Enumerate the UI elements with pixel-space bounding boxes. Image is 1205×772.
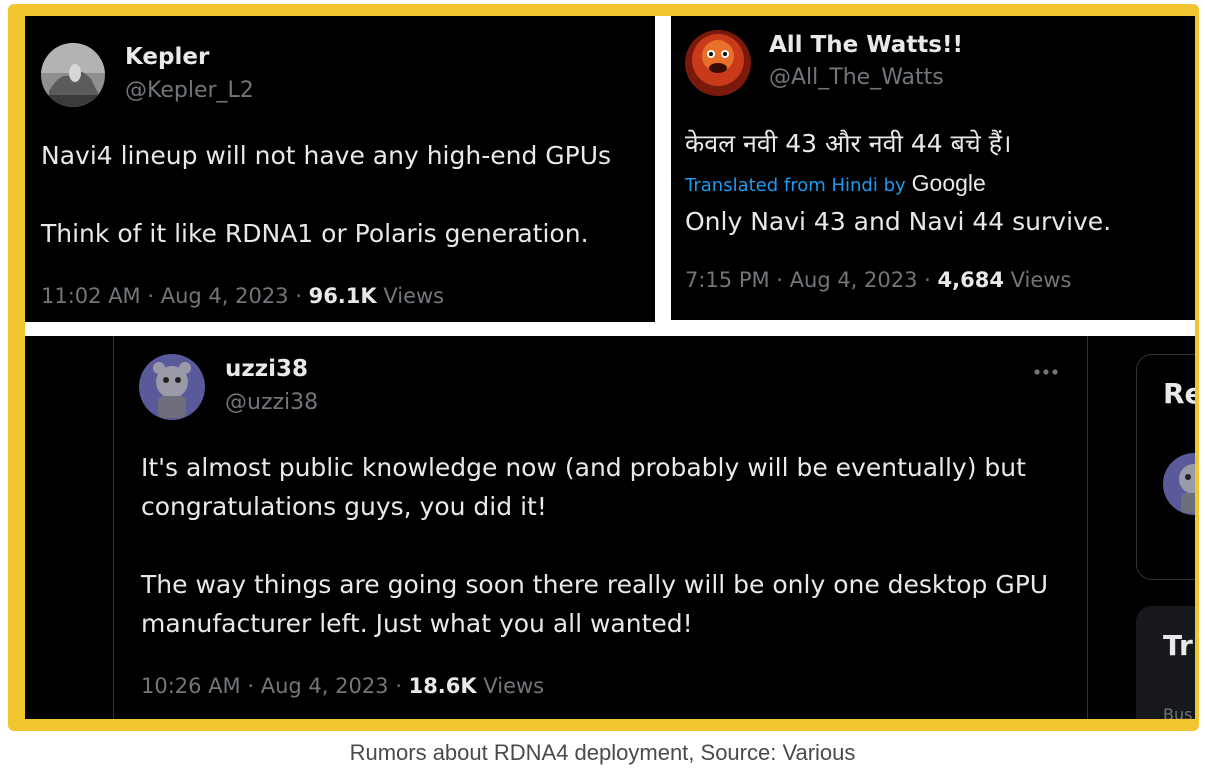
sidebar-trends-card: Tr Bus — [1136, 606, 1195, 719]
collage: Kepler @Kepler_L2 Navi4 lineup will not … — [25, 16, 1195, 719]
sidebar-card-title: Tr — [1163, 629, 1193, 662]
translated-label[interactable]: Translated from Hindi by — [685, 175, 906, 196]
tweet-text-translated: Only Navi 43 and Navi 44 survive. — [685, 207, 1112, 236]
views-count: 96.1K — [308, 284, 377, 308]
display-name[interactable]: Kepler — [125, 44, 209, 70]
avatar[interactable] — [41, 43, 105, 107]
tweet-text: It's almost public knowledge now (and pr… — [141, 453, 1049, 638]
avatar[interactable] — [1163, 453, 1195, 515]
display-name[interactable]: All The Watts!! — [769, 32, 963, 58]
views-label: Views — [1003, 268, 1072, 292]
views-label: Views — [376, 284, 445, 308]
sidebar-relevant-people-card: Re — [1136, 354, 1195, 580]
image-caption: Rumors about RDNA4 deployment, Source: V… — [349, 740, 856, 765]
more-options-icon[interactable] — [1033, 368, 1059, 376]
tweet-time[interactable]: 10:26 AM · Aug 4, 2023 · — [141, 674, 409, 698]
translation-note[interactable]: Translated from Hindi by Google — [685, 170, 986, 197]
views-count: 18.6K — [408, 674, 477, 698]
views-count: 4,684 — [937, 268, 1004, 292]
tweet-meta: 11:02 AM · Aug 4, 2023 · 96.1K Views — [41, 284, 444, 308]
views-label: Views — [476, 674, 545, 698]
tweet-kepler[interactable]: Kepler @Kepler_L2 Navi4 lineup will not … — [25, 16, 655, 322]
sidebar-card-title: Re — [1163, 377, 1195, 410]
tweet-time[interactable]: 7:15 PM · Aug 4, 2023 · — [685, 268, 938, 292]
tweet-uzzi38[interactable]: uzzi38 @uzzi38 It's almost public knowle… — [25, 336, 1195, 719]
tweet-text: Navi4 lineup will not have any high-end … — [41, 141, 612, 248]
avatar[interactable] — [139, 354, 205, 420]
user-handle[interactable]: @Kepler_L2 — [125, 78, 254, 103]
column-divider — [113, 336, 114, 719]
trend-category[interactable]: Bus — [1163, 705, 1192, 719]
avatar[interactable] — [685, 30, 751, 96]
user-handle[interactable]: @uzzi38 — [225, 390, 318, 415]
tweet-all-the-watts[interactable]: All The Watts!! @All_The_Watts केवल नवी … — [671, 16, 1195, 320]
tweet-meta: 7:15 PM · Aug 4, 2023 · 4,684 Views — [685, 268, 1071, 292]
google-logo: Google — [911, 170, 986, 196]
user-handle[interactable]: @All_The_Watts — [769, 65, 944, 90]
display-name[interactable]: uzzi38 — [225, 356, 308, 382]
tweet-text-original: केवल नवी 43 और नवी 44 बचे हैं। — [685, 129, 1012, 158]
tweet-meta: 10:26 AM · Aug 4, 2023 · 18.6K Views — [141, 674, 544, 698]
column-divider — [1087, 336, 1088, 719]
tweet-time[interactable]: 11:02 AM · Aug 4, 2023 · — [41, 284, 309, 308]
